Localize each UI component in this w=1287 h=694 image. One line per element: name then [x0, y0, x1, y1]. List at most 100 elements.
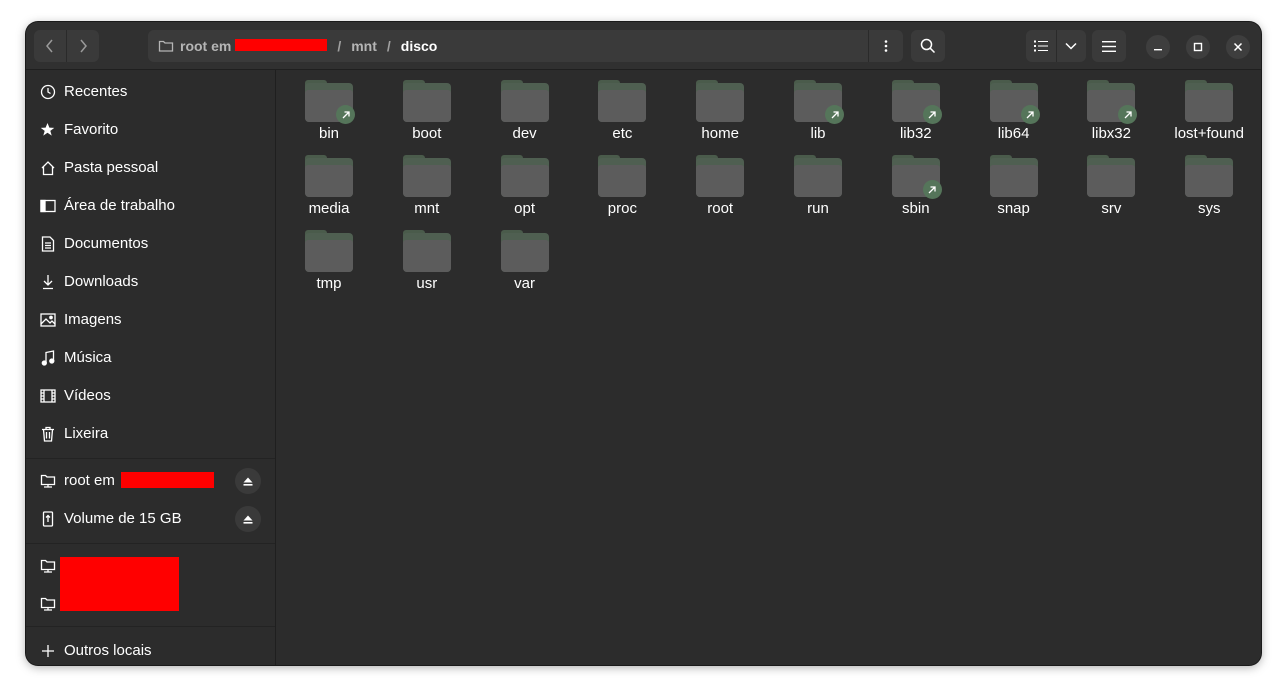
folder-icon	[794, 80, 844, 124]
path-segment-mnt[interactable]: mnt	[351, 38, 377, 54]
path-bar: root em / mnt / disco	[148, 30, 903, 62]
sidebar-item-videos[interactable]: Vídeos	[26, 376, 275, 414]
sidebar-item-musica[interactable]: Música	[26, 338, 275, 376]
sidebar-item-area-de-trabalho[interactable]: Área de trabalho	[26, 186, 275, 224]
folder-item[interactable]: snap	[965, 147, 1063, 219]
path-options-button[interactable]	[868, 30, 903, 62]
music-icon	[39, 349, 56, 366]
folder-name: media	[308, 200, 350, 217]
folder-item[interactable]: tmp	[280, 222, 378, 294]
folder-item[interactable]: libx32	[1062, 72, 1160, 144]
forward-button[interactable]	[66, 30, 99, 62]
back-button[interactable]	[34, 30, 66, 62]
sidebar-item-recentes[interactable]: Recentes	[26, 72, 275, 110]
usb-drive-icon	[39, 510, 56, 527]
folder-item[interactable]: home	[671, 72, 769, 144]
redacted-bookmarks	[60, 557, 179, 611]
folder-item[interactable]: srv	[1062, 147, 1160, 219]
minimize-button[interactable]	[1146, 35, 1170, 59]
folder-item[interactable]: sys	[1160, 147, 1258, 219]
folder-name: var	[514, 275, 536, 292]
search-icon	[920, 38, 936, 54]
folder-item[interactable]: var	[476, 222, 574, 294]
path-host[interactable]: root em	[180, 38, 328, 54]
folder-item[interactable]: media	[280, 147, 378, 219]
sidebar-item-pasta-pessoal[interactable]: Pasta pessoal	[26, 148, 275, 186]
sidebar-item-label: root em	[64, 471, 115, 489]
sidebar-item-label: Imagens	[64, 310, 122, 328]
folder-icon	[1087, 80, 1138, 124]
folder-item[interactable]: mnt	[378, 147, 476, 219]
eject-button[interactable]	[235, 506, 261, 532]
sidebar-item-documentos[interactable]: Documentos	[26, 224, 275, 262]
star-icon	[39, 121, 56, 138]
folder-item[interactable]: run	[769, 147, 867, 219]
eject-button[interactable]	[235, 468, 261, 494]
folder-item[interactable]: bin	[280, 72, 378, 144]
folder-name: opt	[514, 200, 536, 217]
close-button[interactable]	[1226, 35, 1250, 59]
folder-name: boot	[412, 125, 442, 142]
maximize-button[interactable]	[1186, 35, 1210, 59]
search-button[interactable]	[911, 30, 945, 62]
folder-name: lib	[810, 125, 826, 142]
redacted-host	[121, 472, 214, 488]
sidebar-item-label: Área de trabalho	[64, 196, 175, 214]
folder-item[interactable]: boot	[378, 72, 476, 144]
folder-item[interactable]: lost+found	[1160, 72, 1258, 144]
folder-icon	[305, 155, 353, 197]
main-menu-button[interactable]	[1092, 30, 1126, 62]
folder-icon	[305, 230, 353, 272]
folder-icon	[891, 155, 942, 199]
chevron-right-icon	[80, 39, 87, 53]
folder-item[interactable]: lib32	[867, 72, 965, 144]
folder-icon	[500, 230, 549, 272]
folder-icon	[402, 230, 451, 272]
sidebar-item-label: Documentos	[64, 234, 149, 252]
folder-item[interactable]: lib	[769, 72, 867, 144]
list-view-button[interactable]	[1026, 30, 1056, 62]
sidebar-item-volume-15gb[interactable]: Volume de 15 GB	[26, 499, 275, 537]
chevron-down-icon	[1065, 42, 1077, 50]
folder-icon	[696, 155, 745, 197]
folder-name: bin	[318, 125, 340, 142]
view-toggle-group	[1026, 30, 1086, 62]
sidebar-item-favorito[interactable]: Favorito	[26, 110, 275, 148]
sidebar-item-outros-locais[interactable]: Outros locais	[26, 631, 275, 665]
download-icon	[39, 273, 56, 290]
document-icon	[39, 235, 56, 252]
folder-icon	[989, 80, 1040, 124]
sidebar-item-downloads[interactable]: Downloads	[26, 262, 275, 300]
folder-item[interactable]: sbin	[867, 147, 965, 219]
symlink-arrow-icon	[922, 180, 942, 199]
path-segment-current[interactable]: disco	[401, 38, 438, 54]
folder-icon	[794, 155, 842, 197]
sidebar-item-label: Favorito	[64, 120, 119, 138]
vertical-dots-icon	[884, 40, 888, 52]
sidebar-item-label: Recentes	[64, 82, 128, 100]
folder-name: run	[807, 200, 829, 217]
network-folder-icon	[158, 39, 174, 53]
sidebar-item-imagens[interactable]: Imagens	[26, 300, 275, 338]
plus-icon	[39, 642, 56, 659]
folder-item[interactable]: lib64	[965, 72, 1063, 144]
network-folder-icon	[39, 472, 56, 489]
folder-item[interactable]: root	[671, 147, 769, 219]
path-separator: /	[386, 38, 391, 54]
folder-item[interactable]: proc	[573, 147, 671, 219]
symlink-arrow-icon	[1020, 105, 1040, 124]
folder-item[interactable]: etc	[573, 72, 671, 144]
folder-item[interactable]: opt	[476, 147, 574, 219]
sidebar-item-label: Volume de 15 GB	[64, 509, 182, 527]
sidebar-item-label: Pasta pessoal	[64, 158, 159, 176]
folder-item[interactable]: dev	[476, 72, 574, 144]
sidebar-item-lixeira[interactable]: Lixeira	[26, 414, 275, 452]
folder-icon	[891, 80, 942, 124]
folder-name: usr	[416, 275, 438, 292]
folder-item[interactable]: usr	[378, 222, 476, 294]
view-options-dropdown[interactable]	[1055, 30, 1087, 62]
hamburger-menu-icon	[1102, 40, 1116, 52]
header-bar: root em / mnt / disco	[26, 22, 1261, 70]
sidebar-item-network-mount[interactable]: root em	[26, 461, 275, 499]
folder-name: proc	[607, 200, 637, 217]
